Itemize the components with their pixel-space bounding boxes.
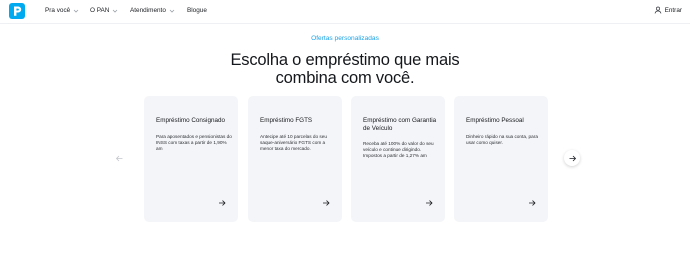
loan-card-fgts[interactable]: Empréstimo FGTS Antecipe até 10 parcelas… <box>248 96 342 222</box>
arrow-right-icon[interactable] <box>528 199 536 207</box>
card-description: Dinheiro rápido na sua conta, para usar … <box>466 134 538 146</box>
chevron-down-icon <box>113 9 118 13</box>
carousel-prev-button[interactable] <box>111 150 127 166</box>
chevron-down-icon <box>73 9 79 13</box>
card-description: Receba até 100% do valor do seu veículo … <box>363 141 434 159</box>
nav-item-blogue[interactable]: Blogue <box>187 7 207 14</box>
card-description: Para aposentados e pensionistas do INSS … <box>156 134 232 152</box>
nav-item-o-pan[interactable]: O PAN <box>90 7 118 14</box>
arrow-right-icon <box>569 155 576 161</box>
nav-item-label: Pra você <box>45 7 71 14</box>
nav-item-label: Atendimento <box>130 7 166 14</box>
card-title: Empréstimo Consignado <box>156 117 225 124</box>
card-title: Empréstimo Pessoal <box>466 117 524 124</box>
arrow-left-icon <box>115 155 122 161</box>
section-headline: Escolha o empréstimo que mais combina co… <box>0 51 690 87</box>
nav-item-label: Blogue <box>187 7 207 14</box>
pan-logo-icon[interactable] <box>9 3 25 19</box>
arrow-right-icon[interactable] <box>218 199 226 207</box>
card-description: Antecipe até 10 parcelas do seu saque-an… <box>260 134 327 152</box>
section-kicker: Ofertas personalizadas <box>311 35 379 42</box>
login-label: Entrar <box>664 6 682 14</box>
arrow-right-icon[interactable] <box>425 199 433 207</box>
card-title: Empréstimo FGTS <box>260 117 313 124</box>
nav-item-pra-voce[interactable]: Pra você <box>45 7 79 14</box>
loan-card-consignado[interactable]: Empréstimo Consignado Para aposentados e… <box>144 96 238 222</box>
carousel-next-button[interactable] <box>564 150 580 166</box>
login-button[interactable]: Entrar <box>654 6 682 14</box>
top-navigation: Pra você O PAN Atendimento Blogue Entrar <box>0 0 690 24</box>
nav-item-label: O PAN <box>90 7 110 14</box>
headline-line-1: Escolha o empréstimo que mais <box>230 51 460 69</box>
card-title: Empréstimo com Garantia de Veículo <box>363 117 437 132</box>
chevron-down-icon <box>169 9 175 13</box>
arrow-right-icon[interactable] <box>322 199 330 207</box>
nav-item-atendimento[interactable]: Atendimento <box>130 7 175 14</box>
loan-card-garantia-veiculo[interactable]: Empréstimo com Garantia de Veículo Receb… <box>351 96 445 222</box>
headline-line-2: combina com você. <box>275 69 415 87</box>
user-icon <box>654 6 661 14</box>
loan-card-pessoal[interactable]: Empréstimo Pessoal Dinheiro rápido na su… <box>454 96 548 222</box>
